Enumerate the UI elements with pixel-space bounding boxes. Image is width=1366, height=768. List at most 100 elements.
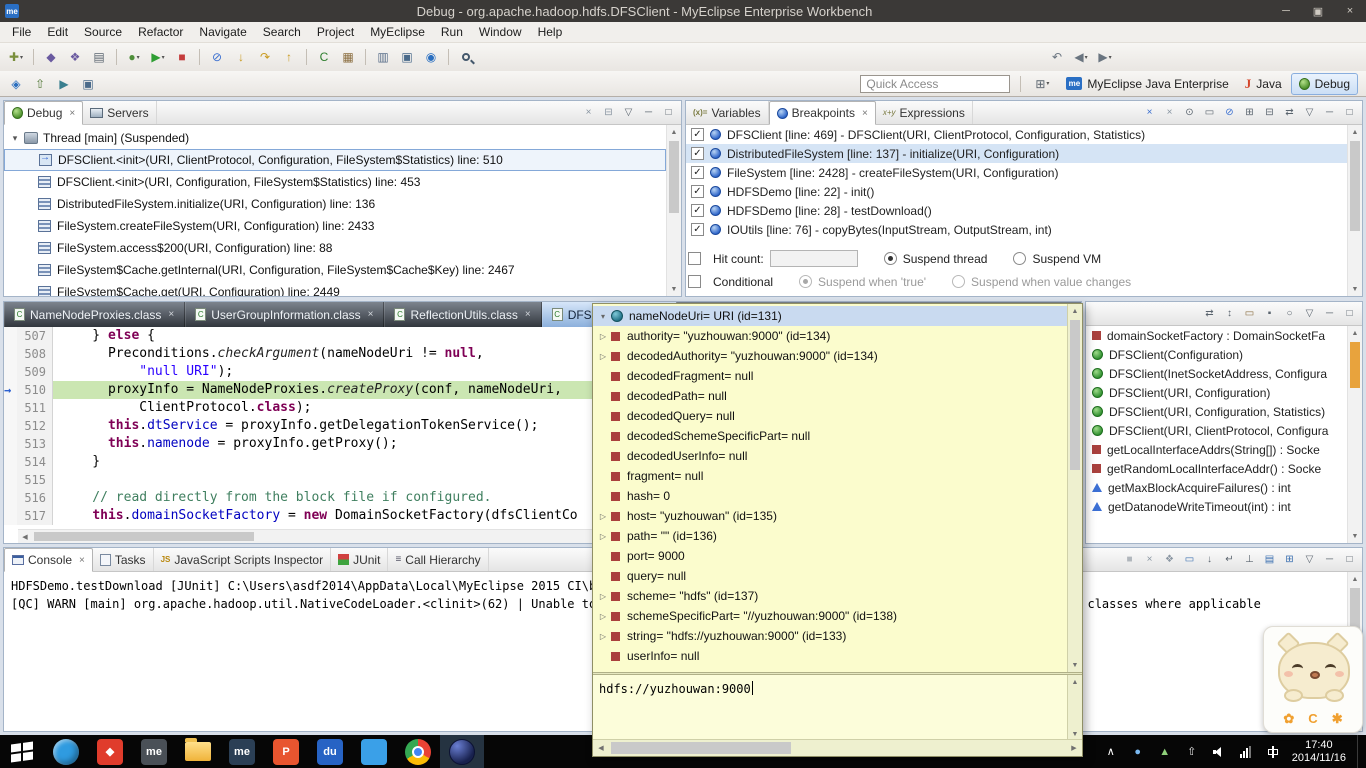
outline-item[interactable]: getMaxBlockAcquireFailures() : int <box>1086 478 1347 497</box>
taskbar-app-blue[interactable] <box>352 735 396 768</box>
scroll-left-icon[interactable]: ◀ <box>18 530 32 543</box>
minimize-icon[interactable]: ─ <box>1320 550 1339 569</box>
breakpoints-tab-variables[interactable]: (x)=Variables <box>686 101 769 124</box>
console-tab-junit[interactable]: JUnit <box>331 548 388 571</box>
expander-icon[interactable]: ▷ <box>597 352 609 361</box>
perspective-myeclipse-java-enterprise[interactable]: meMyEclipse Java Enterprise <box>1059 73 1235 95</box>
close-tab-icon[interactable]: × <box>79 555 85 566</box>
inspect-field-row[interactable]: fragment= null <box>593 466 1067 486</box>
console-tab-javascript-scripts-inspector[interactable]: JSJavaScript Scripts Inspector <box>154 548 332 571</box>
taskbar-app-baidu[interactable]: du <box>308 735 352 768</box>
stack-frame-row[interactable]: DFSClient.<init>(URI, ClientProtocol, Co… <box>4 149 666 171</box>
maximize-icon[interactable]: □ <box>1340 550 1359 569</box>
tray-sync-icon[interactable]: ⇧ <box>1184 744 1200 760</box>
scroll-down-icon[interactable]: ▼ <box>1068 658 1082 672</box>
expander-icon[interactable]: ▷ <box>597 592 609 601</box>
taskbar-app-eclipse[interactable] <box>440 735 484 768</box>
taskbar-clock[interactable]: 17:40 2014/11/16 <box>1292 739 1346 765</box>
editor-tab-namenodeproxies-class[interactable]: CNameNodeProxies.class× <box>4 302 185 327</box>
minimize-icon[interactable]: ─ <box>1320 304 1339 323</box>
menu-item-myeclipse[interactable]: MyEclipse <box>362 23 433 41</box>
taskbar-app-chrome[interactable] <box>396 735 440 768</box>
console-tab-call-hierarchy[interactable]: ≡Call Hierarchy <box>388 548 488 571</box>
remove-all-launches-icon[interactable]: ❖ <box>1160 550 1179 569</box>
debug-icon[interactable]: ●▾ <box>123 46 145 68</box>
console-tab-console[interactable]: Console× <box>4 548 93 572</box>
outline-item[interactable]: DFSClient(URI, Configuration) <box>1086 383 1347 402</box>
inspect-value-area[interactable]: hdfs://yuzhouwan:9000 <box>593 675 1067 741</box>
run-server-icon[interactable]: ▶ <box>53 73 75 95</box>
forward-icon[interactable]: ▶▾ <box>1094 46 1116 68</box>
display-selected-console-icon[interactable]: ▤ <box>1260 550 1279 569</box>
suspend-thread-radio[interactable] <box>884 252 897 265</box>
search-icon[interactable] <box>455 46 477 68</box>
expander-icon[interactable]: ▷ <box>597 512 609 521</box>
perspective-java[interactable]: JJava <box>1238 73 1289 95</box>
inspect-field-row[interactable]: userInfo= null <box>593 646 1067 666</box>
breakpoints-tab-breakpoints[interactable]: Breakpoints× <box>769 101 876 125</box>
inspect-field-row[interactable]: hash= 0 <box>593 486 1067 506</box>
terminate-icon[interactable]: ■ <box>171 46 193 68</box>
breakpoint-row[interactable]: ✓DistributedFileSystem [line: 137] - ini… <box>686 144 1347 163</box>
hit-count-input[interactable] <box>770 250 858 267</box>
breakpoint-row[interactable]: ✓FileSystem [line: 2428] - createFileSys… <box>686 163 1347 182</box>
scroll-left-icon[interactable]: ◀ <box>593 740 609 756</box>
sticker-flower-icon[interactable]: ✿ <box>1283 711 1294 727</box>
view-menu-icon[interactable]: ▽ <box>619 103 638 122</box>
inspect-field-row[interactable]: query= null <box>593 566 1067 586</box>
menu-item-refactor[interactable]: Refactor <box>130 23 191 41</box>
expander-icon[interactable]: ▷ <box>597 612 609 621</box>
conditional-checkbox[interactable] <box>688 275 701 288</box>
close-tab-icon[interactable]: × <box>525 309 531 320</box>
hide-fields-icon[interactable]: ▭ <box>1240 304 1259 323</box>
restore-button[interactable]: ▣ <box>1302 0 1334 22</box>
outline-item[interactable]: getLocalInterfaceAddrs(String[]) : Socke <box>1086 440 1347 459</box>
inspect-field-row[interactable]: port= 9000 <box>593 546 1067 566</box>
menu-item-run[interactable]: Run <box>433 23 471 41</box>
remove-all-breakpoints-icon[interactable]: × <box>1160 103 1179 122</box>
suspend-when-value-changes-radio[interactable] <box>952 275 965 288</box>
sticker-star-icon[interactable]: ✱ <box>1332 711 1343 727</box>
menu-item-search[interactable]: Search <box>255 23 309 41</box>
scroll-right-icon[interactable]: ▶ <box>1066 740 1082 756</box>
stack-frame-row[interactable]: FileSystem.access$200(URI, Configuration… <box>4 237 666 259</box>
expand-all-icon[interactable]: ⊞ <box>1240 103 1259 122</box>
maximize-icon[interactable]: □ <box>1340 304 1359 323</box>
last-edit-location-icon[interactable]: ↶ <box>1046 46 1068 68</box>
show-breakpoint-types-icon[interactable]: ⊙ <box>1180 103 1199 122</box>
link-with-editor-icon[interactable]: ⇄ <box>1200 304 1219 323</box>
scroll-down-icon[interactable]: ▼ <box>1348 529 1362 543</box>
scroll-thumb[interactable] <box>611 742 791 754</box>
breakpoints-vertical-scrollbar[interactable]: ▲ ▼ <box>1347 125 1362 296</box>
minimize-button[interactable]: ─ <box>1270 0 1302 22</box>
close-tab-icon[interactable]: × <box>862 108 868 119</box>
save-all-icon[interactable]: ❖ <box>64 46 86 68</box>
inspect-field-row[interactable]: ▷string= "hdfs://yuzhouwan:9000" (id=133… <box>593 626 1067 646</box>
ime-icon[interactable] <box>1265 744 1281 760</box>
skip-all-breakpoints-icon[interactable]: ⊘ <box>1220 103 1239 122</box>
terminate-console-icon[interactable]: ■ <box>1120 550 1139 569</box>
checkbox[interactable]: ✓ <box>691 185 704 198</box>
myeclipse-explorer-icon[interactable]: ◈ <box>5 73 27 95</box>
volume-icon[interactable] <box>1211 744 1227 760</box>
step-over-icon[interactable]: ↷ <box>254 46 276 68</box>
outline-item[interactable]: getDatanodeWriteTimeout(int) : int <box>1086 497 1347 516</box>
scroll-thumb[interactable] <box>34 532 254 541</box>
debug-tab-debug[interactable]: Debug× <box>4 101 83 125</box>
inspect-field-row[interactable]: decodedSchemeSpecificPart= null <box>593 426 1067 446</box>
save-icon[interactable]: ◆ <box>40 46 62 68</box>
menu-item-edit[interactable]: Edit <box>39 23 76 41</box>
inspect-field-row[interactable]: ▷host= "yuzhouwan" (id=135) <box>593 506 1067 526</box>
close-tab-icon[interactable]: × <box>69 108 75 119</box>
perspective-debug[interactable]: Debug <box>1291 73 1358 95</box>
close-button[interactable]: × <box>1334 0 1366 22</box>
inspect-field-row[interactable]: decodedQuery= null <box>593 406 1067 426</box>
scroll-thumb[interactable] <box>1070 320 1080 470</box>
expander-icon[interactable]: ▷ <box>597 632 609 641</box>
stack-frame-row[interactable]: DFSClient.<init>(URI, Configuration, Fil… <box>4 171 666 193</box>
back-icon[interactable]: ◀▾ <box>1070 46 1092 68</box>
close-tab-icon[interactable]: × <box>368 309 374 320</box>
maximize-icon[interactable]: □ <box>1340 103 1359 122</box>
breakpoints-tab-expressions[interactable]: x+yExpressions <box>876 101 973 124</box>
show-desktop-button[interactable] <box>1357 735 1362 768</box>
